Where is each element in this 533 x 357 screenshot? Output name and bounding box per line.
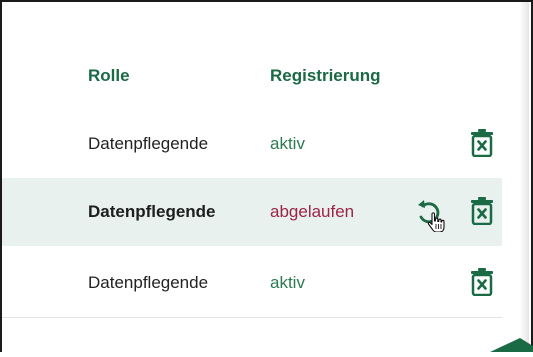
row-status: aktiv xyxy=(270,134,305,153)
delete-button[interactable] xyxy=(470,268,494,297)
table-row: Datenpflegende abgelaufen xyxy=(2,178,502,246)
delete-button[interactable] xyxy=(470,197,494,226)
restore-icon xyxy=(418,200,445,233)
table-row: Datenpflegende aktiv xyxy=(2,249,502,318)
row-status: aktiv xyxy=(270,273,305,292)
table-row: Datenpflegende aktiv xyxy=(2,110,502,179)
corner-badge[interactable] xyxy=(490,336,533,352)
trash-icon xyxy=(471,197,493,226)
trash-icon xyxy=(471,268,493,297)
row-role: Datenpflegende xyxy=(88,134,209,153)
delete-button[interactable] xyxy=(470,129,494,158)
table-header: Rolle Registrierung xyxy=(0,0,533,100)
row-role: Datenpflegende xyxy=(88,202,216,221)
column-header-role[interactable]: Rolle xyxy=(88,66,130,86)
trash-icon xyxy=(471,129,493,158)
column-header-registration[interactable]: Registrierung xyxy=(270,66,381,86)
row-status: abgelaufen xyxy=(270,202,355,221)
restore-button[interactable] xyxy=(414,196,450,233)
row-role: Datenpflegende xyxy=(88,273,209,292)
